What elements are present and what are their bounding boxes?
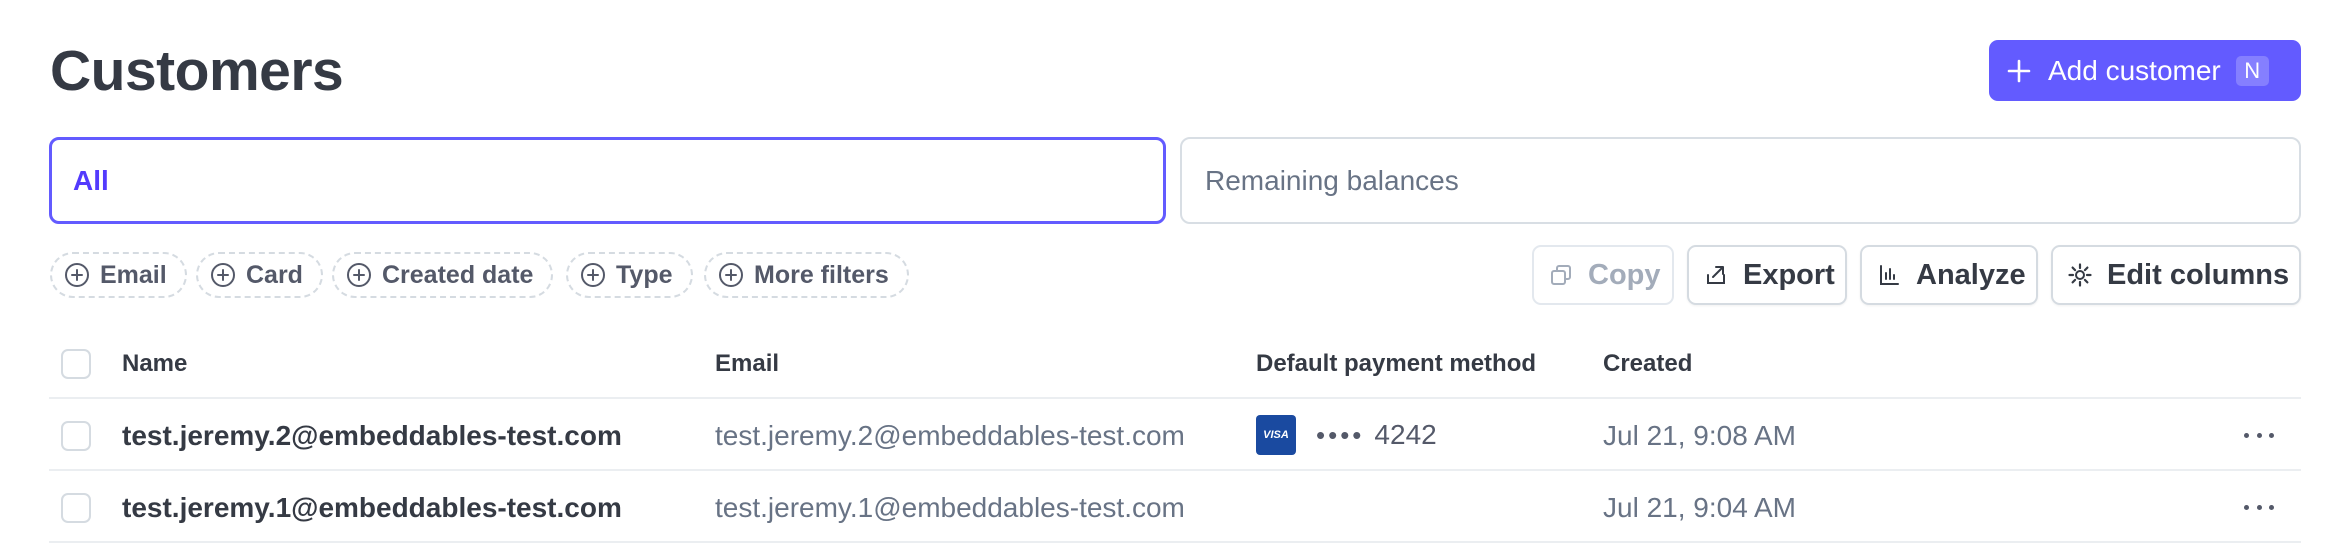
card-mask: •••• bbox=[1316, 419, 1365, 450]
column-header-email[interactable]: Email bbox=[715, 350, 779, 378]
column-header-name[interactable]: Name bbox=[122, 350, 187, 378]
customer-email: test.jeremy.1@embeddables-test.com bbox=[715, 492, 1185, 523]
edit-columns-label: Edit columns bbox=[2107, 258, 2290, 291]
customer-name[interactable]: test.jeremy.2@embeddables-test.com bbox=[122, 420, 622, 452]
analyze-label: Analyze bbox=[1916, 258, 2026, 291]
created-date: Jul 21, 9:04 AM bbox=[1603, 492, 1797, 523]
plus-circle-icon bbox=[581, 263, 605, 287]
export-icon bbox=[1703, 262, 1729, 288]
page-title: Customers bbox=[50, 39, 344, 103]
add-customer-button[interactable]: Add customer N bbox=[1989, 40, 2301, 101]
tab-remaining-balances[interactable]: Remaining balances bbox=[1180, 137, 2301, 224]
card-last4: 4242 bbox=[1374, 419, 1437, 450]
analyze-button[interactable]: Analyze bbox=[1860, 245, 2038, 305]
more-icon[interactable] bbox=[2244, 430, 2274, 440]
filter-created-date[interactable]: Created date bbox=[332, 252, 554, 298]
filter-created-date-label: Created date bbox=[382, 260, 534, 289]
filter-card-label: Card bbox=[246, 260, 303, 289]
plus-circle-icon bbox=[65, 263, 89, 287]
filter-more-label: More filters bbox=[754, 260, 889, 289]
gear-icon bbox=[2067, 262, 2093, 288]
filter-email-label: Email bbox=[100, 260, 167, 289]
filter-more[interactable]: More filters bbox=[704, 252, 909, 298]
plus-circle-icon bbox=[347, 263, 371, 287]
row-checkbox[interactable] bbox=[61, 493, 91, 523]
divider bbox=[49, 469, 2301, 471]
column-header-payment-method[interactable]: Default payment method bbox=[1256, 350, 1536, 378]
more-icon[interactable] bbox=[2244, 502, 2274, 512]
divider bbox=[49, 397, 2301, 399]
add-customer-label: Add customer bbox=[2048, 54, 2221, 86]
copy-button[interactable]: Copy bbox=[1532, 245, 1674, 305]
keyboard-shortcut-badge: N bbox=[2235, 55, 2269, 86]
select-all-checkbox[interactable] bbox=[61, 349, 91, 379]
filter-type[interactable]: Type bbox=[566, 252, 693, 298]
edit-columns-button[interactable]: Edit columns bbox=[2051, 245, 2301, 305]
payment-method: VISA •••• 4242 bbox=[1256, 415, 1437, 455]
plus-circle-icon bbox=[719, 263, 743, 287]
plus-icon bbox=[2004, 56, 2034, 86]
customer-email: test.jeremy.2@embeddables-test.com bbox=[715, 420, 1185, 451]
analyze-icon bbox=[1876, 262, 1902, 288]
copy-icon bbox=[1548, 262, 1574, 288]
export-button[interactable]: Export bbox=[1687, 245, 1847, 305]
customer-name[interactable]: test.jeremy.1@embeddables-test.com bbox=[122, 492, 622, 524]
filter-card[interactable]: Card bbox=[196, 252, 323, 298]
export-label: Export bbox=[1743, 258, 1835, 291]
row-checkbox[interactable] bbox=[61, 421, 91, 451]
created-date: Jul 21, 9:08 AM bbox=[1603, 420, 1797, 451]
filter-type-label: Type bbox=[616, 260, 673, 289]
filter-email[interactable]: Email bbox=[50, 252, 187, 298]
column-header-created[interactable]: Created bbox=[1603, 350, 1692, 378]
divider bbox=[49, 541, 2301, 543]
copy-label: Copy bbox=[1588, 258, 1661, 291]
tab-all[interactable]: All bbox=[49, 137, 1166, 224]
plus-circle-icon bbox=[211, 263, 235, 287]
visa-card-icon: VISA bbox=[1256, 415, 1296, 455]
